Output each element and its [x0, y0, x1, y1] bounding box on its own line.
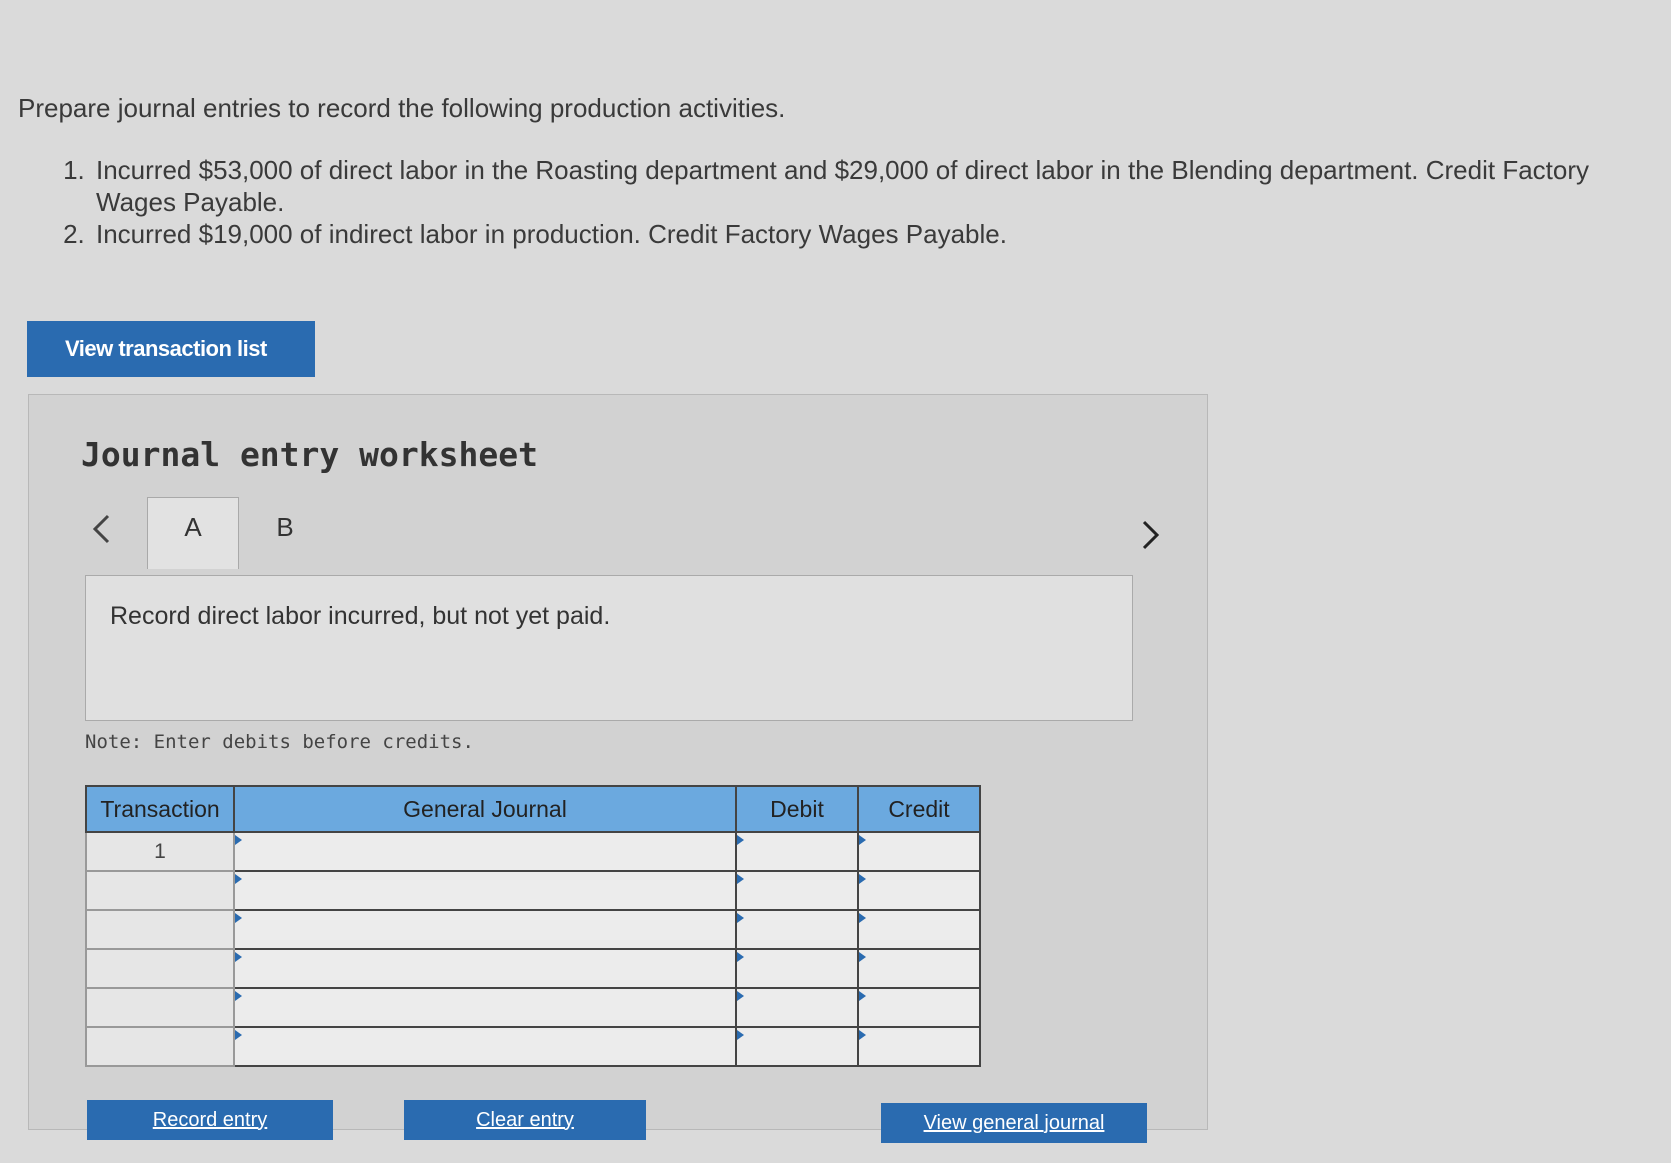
cell-marker-icon	[235, 874, 242, 884]
cell-marker-icon	[235, 991, 242, 1001]
account-input[interactable]	[233, 831, 737, 872]
table-row	[85, 1026, 981, 1067]
journal-table-header: Transaction General Journal Debit Credit	[85, 785, 981, 833]
transaction-number	[85, 870, 235, 911]
credit-input[interactable]	[857, 987, 981, 1028]
problem-item: Incurred $53,000 of direct labor in the …	[92, 154, 1638, 218]
account-input[interactable]	[233, 909, 737, 950]
table-row	[85, 870, 981, 911]
cell-marker-icon	[859, 952, 866, 962]
journal-table: Transaction General Journal Debit Credit…	[85, 785, 981, 1067]
chevron-left-icon[interactable]	[81, 501, 121, 557]
problem-item: Incurred $19,000 of indirect labor in pr…	[92, 218, 1638, 250]
cell-marker-icon	[859, 1030, 866, 1040]
cell-marker-icon	[235, 913, 242, 923]
problem-statement: Prepare journal entries to record the fo…	[18, 92, 1638, 250]
entry-note: Note: Enter debits before credits.	[85, 731, 474, 753]
cell-marker-icon	[737, 1030, 744, 1040]
debit-input[interactable]	[735, 831, 859, 872]
cell-marker-icon	[859, 913, 866, 923]
entry-description: Record direct labor incurred, but not ye…	[110, 602, 611, 630]
account-input[interactable]	[233, 870, 737, 911]
debit-input[interactable]	[735, 1026, 859, 1067]
cell-marker-icon	[737, 874, 744, 884]
account-input[interactable]	[233, 1026, 737, 1067]
transaction-number	[85, 987, 235, 1028]
column-transaction: Transaction	[85, 785, 235, 833]
clear-entry-button[interactable]: Clear entry	[404, 1100, 646, 1140]
cell-marker-icon	[859, 874, 866, 884]
table-row	[85, 987, 981, 1028]
cell-marker-icon	[737, 952, 744, 962]
cell-marker-icon	[235, 952, 242, 962]
cell-marker-icon	[737, 913, 744, 923]
worksheet-tabs: A B	[81, 497, 1161, 569]
credit-input[interactable]	[857, 870, 981, 911]
table-row: 1	[85, 831, 981, 872]
column-credit: Credit	[857, 785, 981, 833]
cell-marker-icon	[235, 835, 242, 845]
view-general-journal-button[interactable]: View general journal	[881, 1103, 1147, 1143]
column-debit: Debit	[735, 785, 859, 833]
problem-intro: Prepare journal entries to record the fo…	[18, 93, 786, 123]
journal-entry-worksheet: Journal entry worksheet A B Record direc…	[28, 394, 1208, 1143]
problem-list: Incurred $53,000 of direct labor in the …	[18, 154, 1638, 250]
account-input[interactable]	[233, 987, 737, 1028]
credit-input[interactable]	[857, 909, 981, 950]
cell-marker-icon	[235, 1030, 242, 1040]
debit-input[interactable]	[735, 909, 859, 950]
transaction-number: 1	[85, 831, 235, 872]
transaction-number	[85, 948, 235, 989]
credit-input[interactable]	[857, 948, 981, 989]
account-input[interactable]	[233, 948, 737, 989]
tab-b[interactable]: B	[239, 497, 331, 569]
debit-input[interactable]	[735, 987, 859, 1028]
chevron-right-icon[interactable]	[1131, 507, 1171, 563]
tab-a[interactable]: A	[147, 497, 239, 569]
cell-marker-icon	[859, 991, 866, 1001]
table-row	[85, 909, 981, 950]
view-transaction-list-button[interactable]: View transaction list	[27, 321, 315, 377]
credit-input[interactable]	[857, 1026, 981, 1067]
cell-marker-icon	[737, 835, 744, 845]
table-row	[85, 948, 981, 989]
cell-marker-icon	[737, 991, 744, 1001]
credit-input[interactable]	[857, 831, 981, 872]
debit-input[interactable]	[735, 870, 859, 911]
column-general-journal: General Journal	[233, 785, 737, 833]
transaction-number	[85, 909, 235, 950]
entry-description-box: Record direct labor incurred, but not ye…	[85, 575, 1133, 721]
cell-marker-icon	[859, 835, 866, 845]
record-entry-button[interactable]: Record entry	[87, 1100, 333, 1140]
transaction-number	[85, 1026, 235, 1067]
worksheet-title: Journal entry worksheet	[81, 435, 538, 474]
debit-input[interactable]	[735, 948, 859, 989]
